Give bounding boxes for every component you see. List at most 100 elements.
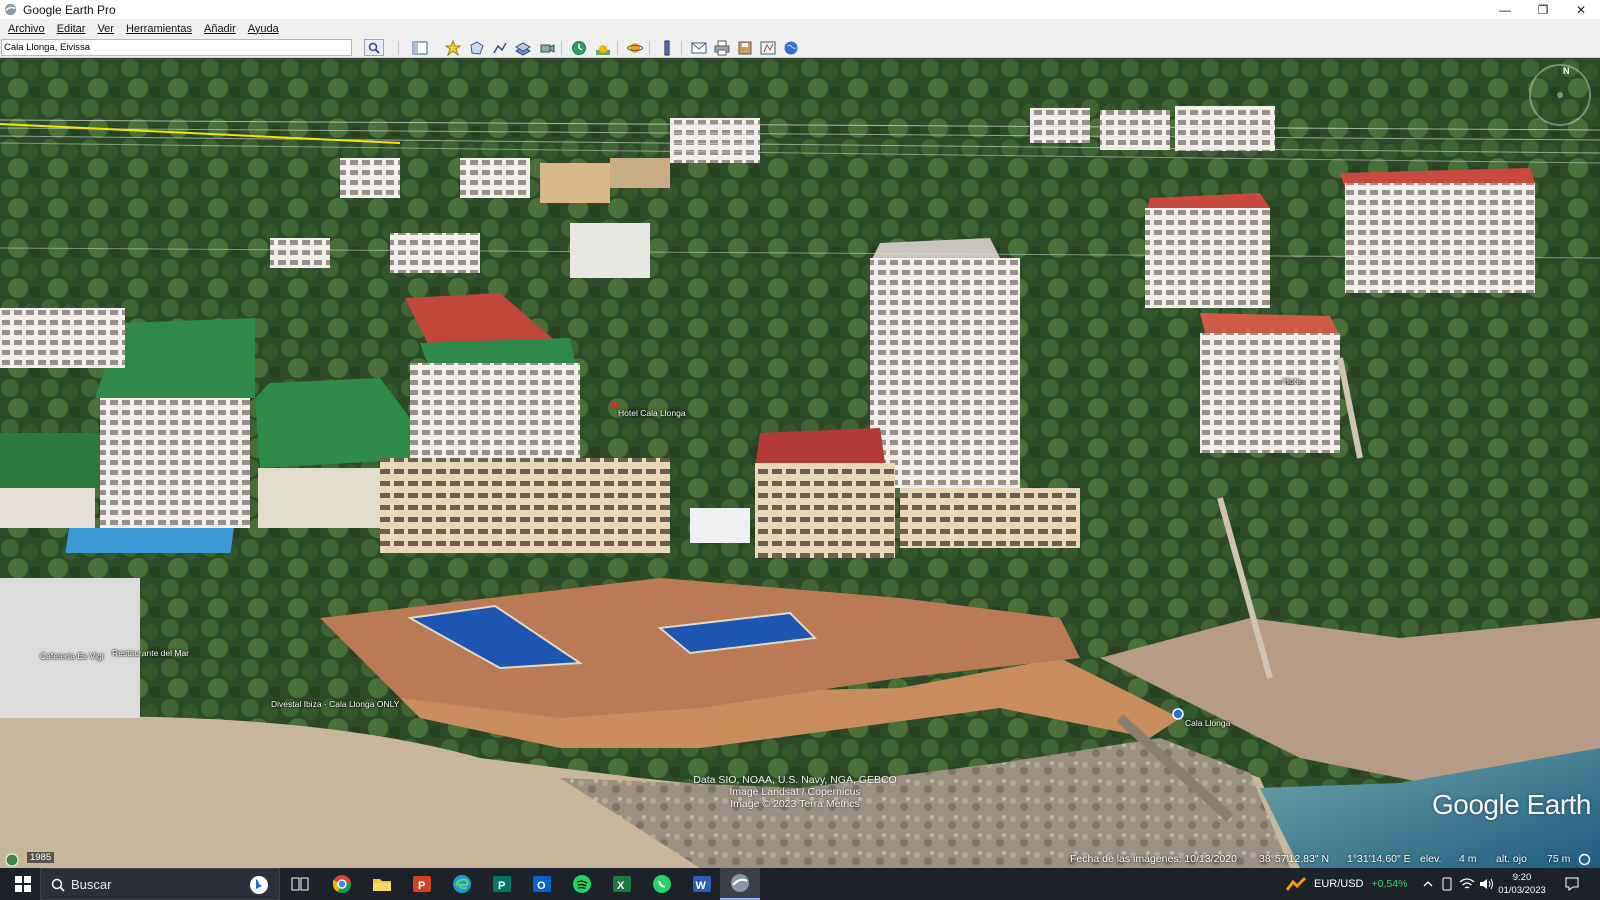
taskbar-search-icon [51,878,65,892]
map-label-hotel-small[interactable]: Hote [1283,376,1301,386]
toolbar-separator [398,41,399,55]
task-view-button[interactable] [280,868,320,900]
sidebar-toggle-button[interactable] [410,39,430,56]
historical-imagery-icon [572,40,586,55]
aerial-imagery[interactable] [0,58,1600,868]
clock-date: 01/03/2023 [1498,885,1546,896]
close-button[interactable]: ✕ [1562,0,1600,19]
map-label-beach[interactable]: Cala Llonga [1185,718,1230,728]
ruler-button[interactable] [657,39,677,56]
globe-status-icon[interactable] [5,853,19,867]
window-controls: — ❐ ✕ [1486,0,1600,19]
chrome-icon [333,875,351,894]
start-button[interactable] [6,868,40,900]
save-image-button[interactable] [735,39,755,56]
email-button[interactable] [689,39,709,56]
elevation-value: 4 m [1459,853,1477,865]
show-hidden-icons-chevron-icon[interactable] [1422,878,1434,890]
search-input[interactable] [1,39,352,56]
svg-text:X: X [617,880,625,892]
map-viewport[interactable]: Hotel Cala Llonga Hote Cafetería Es Vigi… [0,58,1600,868]
map-label-restaurant[interactable]: Restaurante del Mar [112,648,189,658]
device-icon[interactable] [1441,877,1453,891]
taskbar-spotify[interactable] [562,868,602,900]
task-view-icon [291,877,309,891]
search-button[interactable] [364,39,384,56]
historical-imagery-button[interactable] [569,39,589,56]
menu-ayuda[interactable]: Ayuda [248,23,279,35]
planets-icon [627,42,643,53]
print-button[interactable] [712,39,732,56]
planets-button[interactable] [625,39,645,56]
menu-archivo[interactable]: Archivo [8,23,45,35]
google-earth-app-icon [4,3,17,16]
taskbar-whatsapp[interactable] [642,868,682,900]
taskbar-outlook[interactable]: O [522,868,562,900]
ticker-widget[interactable]: EUR/USD +0,54% [1286,868,1407,900]
taskbar-edge[interactable] [442,868,482,900]
record-tour-icon [540,43,555,53]
publisher-icon: P [493,876,511,892]
record-tour-button[interactable] [537,39,557,56]
earth-gallery-button[interactable] [781,39,801,56]
hotel-pin[interactable] [611,402,617,408]
wifi-icon[interactable] [1459,877,1475,891]
taskbar-word[interactable]: W [682,868,722,900]
taskbar-chrome[interactable] [322,868,362,900]
add-placemark-button[interactable] [443,39,463,56]
menu-anadir[interactable]: Añadir [204,23,236,35]
excel-icon: X [613,876,631,892]
google-earth-logo: Google Earth [1432,789,1592,820]
sunlight-button[interactable] [593,39,613,56]
menu-ver[interactable]: Ver [97,23,114,35]
minimize-button[interactable]: — [1486,0,1524,19]
taskbar-powerpoint[interactable]: P [402,868,442,900]
menu-bar: Archivo Editar Ver Herramientas Añadir A… [0,19,1600,38]
elevation-label: elev. [1420,853,1442,865]
volume-icon[interactable] [1479,877,1495,891]
latitude: 38°57'12.83" N [1259,853,1330,865]
map-label-diving[interactable]: Divestal Ibiza · Cala Llonga ONLY [271,699,399,709]
clock-time: 9:20 [1512,872,1532,883]
map-label-cafeteria[interactable]: Cafetería Es Vigi [40,651,104,661]
menu-editar[interactable]: Editar [57,23,86,35]
menu-herramientas[interactable]: Herramientas [126,23,192,35]
map-label-hotel[interactable]: Hotel Cala Llonga [618,408,686,418]
add-polygon-button[interactable] [467,39,487,56]
polygon-icon [470,40,484,55]
outlook-icon: O [533,876,551,892]
email-icon [691,42,707,53]
save-image-icon [738,41,752,54]
navigation-compass[interactable]: N [1525,60,1595,130]
taskbar-excel[interactable]: X [602,868,642,900]
svg-text:P: P [498,880,505,892]
status-bar: 1985 Fecha de las imágenes: 10/13/2020 3… [0,850,1600,868]
add-image-overlay-button[interactable] [513,39,533,56]
compass-north-label: N [1563,66,1570,76]
taskbar-file-explorer[interactable] [362,868,402,900]
restore-button[interactable]: ❐ [1524,0,1562,19]
imagery-copyright: Data SIO, NOAA, U.S. Navy, NGA, GEBCO Im… [690,774,900,810]
toolbar-separator [681,41,682,55]
placemark-pin[interactable] [1172,708,1184,720]
svg-text:W: W [696,880,707,892]
windows-taskbar: Buscar P P O X W EUR/USD +0,54% 9:20 01/… [0,868,1600,900]
taskbar-search-box[interactable]: Buscar [40,868,280,900]
notifications-icon[interactable] [1564,876,1580,892]
svg-text:O: O [537,880,546,892]
print-icon [714,40,730,55]
eye-altitude-value: 75 m [1547,853,1571,865]
taskbar-google-earth[interactable] [720,868,760,900]
taskbar-publisher[interactable]: P [482,868,522,900]
copyright-line-2: Image Landsat / Copernicus [729,786,861,798]
system-clock[interactable]: 9:20 01/03/2023 [1497,871,1547,897]
historical-year[interactable]: 1985 [27,852,55,863]
view-in-maps-button[interactable] [758,39,778,56]
spotify-icon [573,875,591,893]
bing-icon[interactable] [249,875,269,895]
add-path-button[interactable] [490,39,510,56]
copyright-line-3: Image © 2023 Terra Metrics [730,798,860,810]
title-bar[interactable]: Google Earth Pro — ❐ ✕ [0,0,1600,19]
edge-icon [453,875,471,893]
google-earth-icon [731,874,749,892]
